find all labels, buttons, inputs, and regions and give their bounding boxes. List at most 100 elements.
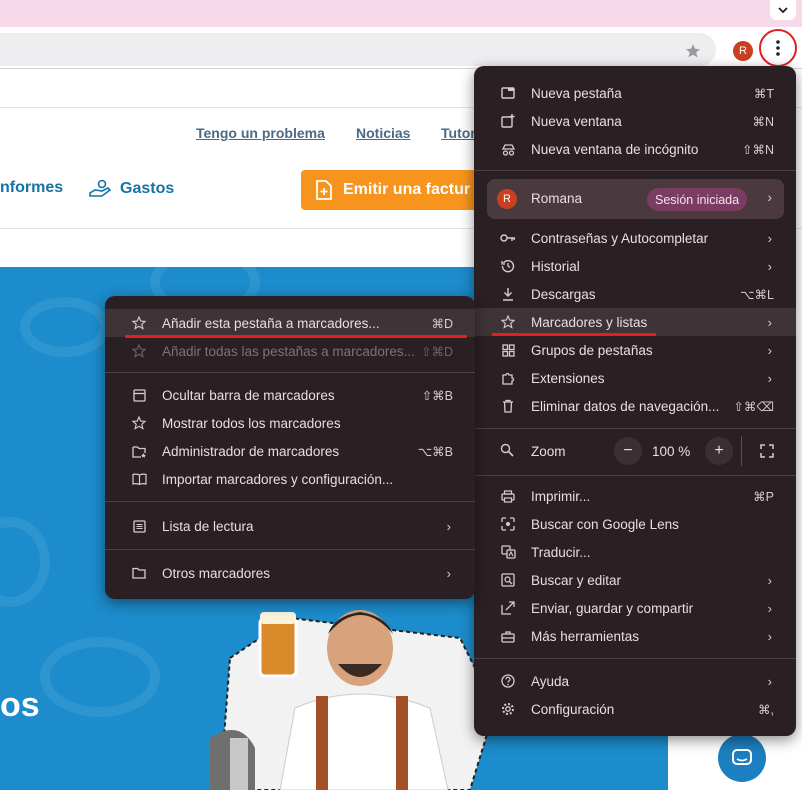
nav-gastos-label: Gastos bbox=[120, 180, 175, 197]
menu-label: Configuración bbox=[531, 701, 615, 717]
menu-more-tools[interactable]: Más herramientas › bbox=[474, 622, 796, 650]
menu-label: Buscar con Google Lens bbox=[531, 516, 679, 532]
menu-shortcut: ⌥⌘L bbox=[740, 287, 774, 302]
nav-gastos[interactable]: Gastos bbox=[88, 179, 174, 199]
menu-label: Nueva pestaña bbox=[531, 85, 622, 101]
menu-other-bookmarks[interactable]: Otros marcadores › bbox=[105, 559, 475, 587]
menu-label: Imprimir... bbox=[531, 488, 591, 504]
tab-search-button[interactable] bbox=[770, 0, 796, 20]
history-icon bbox=[500, 258, 516, 274]
chevron-right-icon: › bbox=[767, 314, 772, 330]
menu-hide-bookmarks-bar[interactable]: Ocultar barra de marcadores ⇧⌘B bbox=[105, 381, 475, 409]
link-tutoriales[interactable]: Tutor bbox=[441, 125, 476, 141]
chevron-right-icon: › bbox=[767, 370, 772, 386]
profile-name: Romana bbox=[531, 191, 583, 206]
menu-tab-groups[interactable]: Grupos de pestañas › bbox=[474, 336, 796, 364]
menu-shortcut: ⌘T bbox=[753, 86, 774, 101]
chat-support-button[interactable] bbox=[718, 734, 766, 782]
star-outline-icon bbox=[131, 315, 147, 331]
menu-import-bookmarks[interactable]: Importar marcadores y configuración... bbox=[105, 465, 475, 493]
link-tengo-un-problema[interactable]: Tengo un problema bbox=[196, 125, 325, 141]
menu-new-window[interactable]: Nueva ventana ⌘N bbox=[474, 107, 796, 135]
menu-incognito-window[interactable]: Nueva ventana de incógnito ⇧⌘N bbox=[474, 135, 796, 163]
menu-label: Descargas bbox=[531, 286, 596, 302]
chevron-right-icon: › bbox=[446, 518, 451, 534]
nav-informes[interactable]: nformes bbox=[0, 179, 63, 197]
menu-find-edit[interactable]: Buscar y editar › bbox=[474, 566, 796, 594]
star-outline-icon bbox=[131, 343, 147, 359]
menu-label: Traducir... bbox=[531, 544, 591, 560]
menu-add-tab-bookmark[interactable]: Añadir esta pestaña a marcadores... ⌘D bbox=[105, 309, 475, 337]
folder-star-icon bbox=[131, 443, 147, 459]
zoom-value: 100 % bbox=[652, 444, 691, 459]
chrome-menu-button[interactable] bbox=[759, 29, 797, 67]
link-noticias[interactable]: Noticias bbox=[356, 125, 410, 141]
zoom-in-button[interactable]: + bbox=[705, 437, 733, 465]
reading-list-icon bbox=[131, 518, 147, 534]
menu-extensions[interactable]: Extensiones › bbox=[474, 364, 796, 392]
add-document-icon bbox=[316, 180, 332, 200]
menu-downloads[interactable]: Descargas ⌥⌘L bbox=[474, 280, 796, 308]
chevron-right-icon: › bbox=[767, 572, 772, 588]
menu-label: Grupos de pestañas bbox=[531, 342, 653, 358]
chevron-right-icon: › bbox=[767, 342, 772, 358]
menu-label: Importar marcadores y configuración... bbox=[162, 471, 394, 487]
emit-invoice-button[interactable]: Emitir una factur bbox=[301, 170, 501, 210]
fullscreen-icon[interactable] bbox=[758, 442, 776, 460]
menu-label: Buscar y editar bbox=[531, 572, 622, 588]
browser-toolbar: R bbox=[0, 27, 802, 69]
menu-label: Nueva ventana bbox=[531, 113, 622, 129]
address-bar[interactable] bbox=[0, 33, 716, 66]
help-icon bbox=[500, 673, 516, 689]
menu-divider bbox=[474, 658, 796, 659]
menu-clear-browsing-data[interactable]: Eliminar datos de navegación... ⇧⌘⌫ bbox=[474, 392, 796, 420]
menu-label: Marcadores y listas bbox=[531, 314, 648, 330]
menu-divider bbox=[474, 170, 796, 171]
folder-icon bbox=[131, 565, 147, 581]
menu-google-lens[interactable]: Buscar con Google Lens bbox=[474, 510, 796, 538]
toolbox-icon bbox=[500, 628, 516, 644]
menu-shortcut: ⇧⌘N bbox=[741, 142, 774, 157]
tab-strip bbox=[0, 0, 802, 27]
chevron-down-icon bbox=[778, 7, 788, 14]
hand-money-icon bbox=[89, 179, 112, 197]
star-outline-icon bbox=[500, 314, 516, 330]
chevron-right-icon: › bbox=[767, 190, 773, 205]
menu-label: Mostrar todos los marcadores bbox=[162, 415, 341, 431]
profile-avatar[interactable]: R bbox=[733, 41, 753, 61]
chevron-right-icon: › bbox=[767, 673, 772, 689]
menu-shortcut: ⇧⌘B bbox=[421, 388, 453, 403]
menu-label: Otros marcadores bbox=[162, 565, 271, 581]
puzzle-icon bbox=[500, 370, 516, 386]
menu-show-all-bookmarks[interactable]: Mostrar todos los marcadores bbox=[105, 409, 475, 437]
menu-label: Añadir todas las pestañas a marcadores..… bbox=[162, 343, 415, 359]
menu-bookmark-manager[interactable]: Administrador de marcadores ⌥⌘B bbox=[105, 437, 475, 465]
menu-reading-list[interactable]: Lista de lectura › bbox=[105, 512, 475, 540]
chevron-right-icon: › bbox=[446, 565, 451, 581]
menu-translate[interactable]: Traducir... bbox=[474, 538, 796, 566]
gear-icon bbox=[500, 701, 516, 717]
menu-label: Lista de lectura bbox=[162, 518, 254, 534]
chevron-right-icon: › bbox=[767, 628, 772, 644]
share-icon bbox=[500, 600, 516, 616]
translate-icon bbox=[500, 544, 516, 560]
signed-in-badge: Sesión iniciada bbox=[647, 188, 748, 211]
menu-zoom-row: Zoom − 100 % + bbox=[474, 436, 796, 466]
menu-profile-row[interactable]: R Romana Sesión iniciada › bbox=[487, 179, 784, 219]
menu-history[interactable]: Historial › bbox=[474, 252, 796, 280]
menu-bookmarks-lists[interactable]: Marcadores y listas › bbox=[474, 308, 796, 336]
menu-help[interactable]: Ayuda › bbox=[474, 667, 796, 695]
hero-person-image bbox=[210, 610, 497, 790]
menu-cast-save-share[interactable]: Enviar, guardar y compartir › bbox=[474, 594, 796, 622]
bookmark-star-icon[interactable] bbox=[682, 40, 704, 62]
download-icon bbox=[500, 286, 516, 302]
menu-settings[interactable]: Configuración ⌘, bbox=[474, 695, 796, 723]
menu-add-all-tabs-bookmarks[interactable]: Añadir todas las pestañas a marcadores..… bbox=[105, 337, 475, 365]
menu-print[interactable]: Imprimir... ⌘P bbox=[474, 482, 796, 510]
menu-passwords-autofill[interactable]: Contraseñas y Autocompletar › bbox=[474, 224, 796, 252]
three-dots-vertical-icon bbox=[776, 40, 780, 56]
hero-decoration bbox=[0, 517, 50, 607]
menu-new-tab[interactable]: Nueva pestaña ⌘T bbox=[474, 79, 796, 107]
menu-label: Eliminar datos de navegación... bbox=[531, 398, 720, 414]
zoom-out-button[interactable]: − bbox=[614, 437, 642, 465]
